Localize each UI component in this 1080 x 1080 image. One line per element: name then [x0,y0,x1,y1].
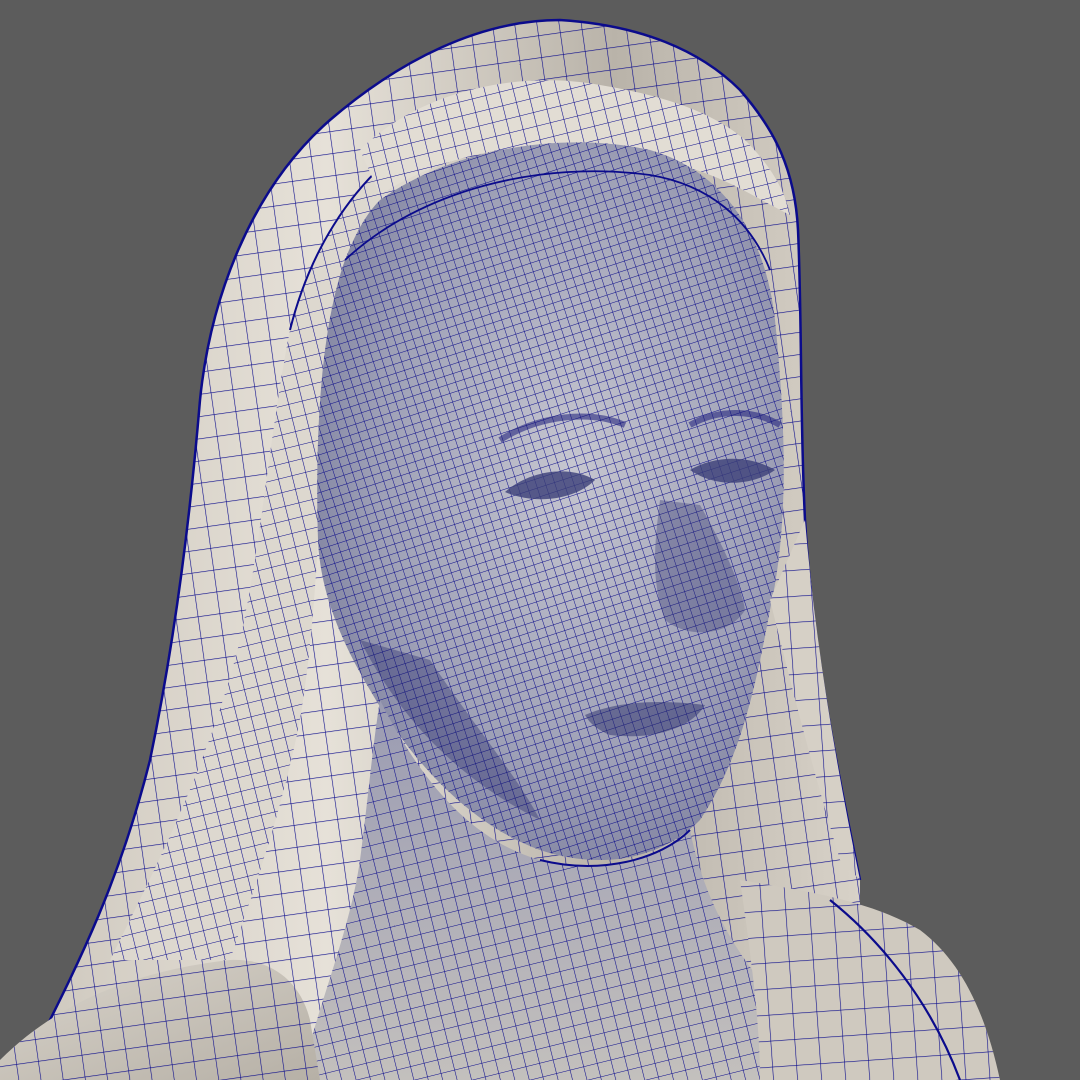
3d-viewport[interactable] [0,0,1080,1080]
wireframe-model [0,0,1080,1080]
